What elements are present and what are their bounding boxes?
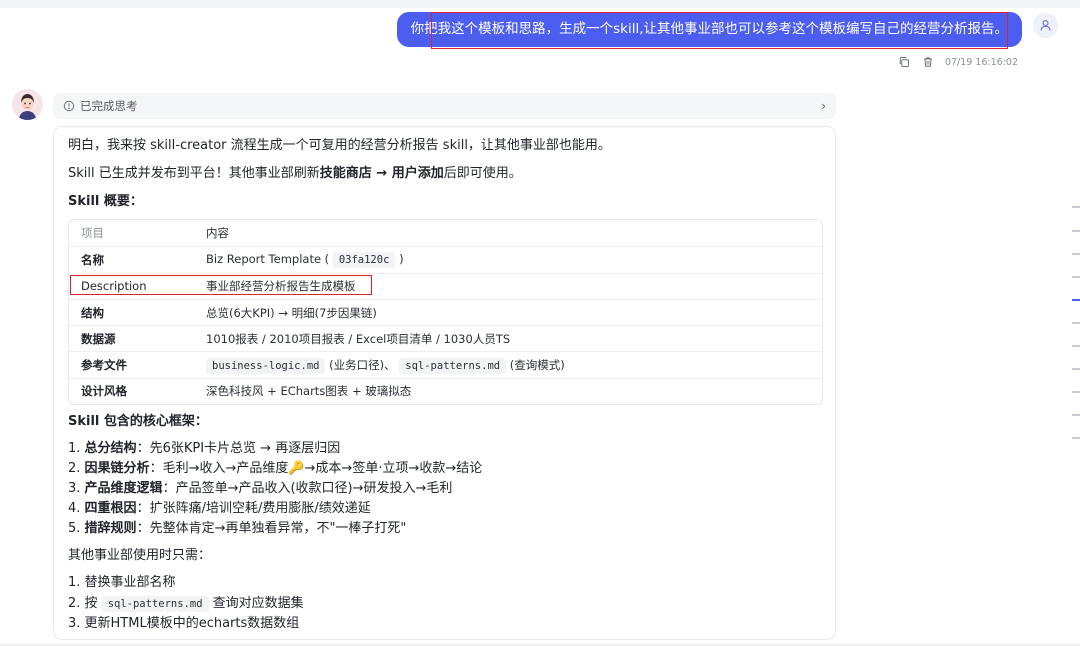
step-prefix: 2. 按: [68, 595, 98, 611]
nav-tick-active[interactable]: [1072, 299, 1080, 301]
skill-store-path: 技能商店 → 用户添加: [319, 166, 444, 181]
lightbulb-icon: [63, 100, 75, 112]
list-item: 1. 总分结构：先6张KPI卡片总览 → 再逐层归因: [68, 439, 482, 459]
row-value: 事业部经营分析报告生成模板: [206, 279, 356, 294]
framework-list: 1. 总分结构：先6张KPI卡片总览 → 再逐层归因 2. 因果链分析：毛利→收…: [68, 439, 482, 539]
table-row: 名称 Biz Report Template ( 03fa120c ): [69, 246, 822, 272]
table-row: 设计风格 深色科技风 + ECharts图表 + 玻璃拟态: [69, 377, 822, 404]
trash-icon[interactable]: [921, 55, 935, 69]
list-item: 1. 替换事业部名称: [68, 575, 176, 590]
step-suffix: 查询对应数据集: [212, 595, 304, 611]
list-item: 4. 四重根因：扩张阵痛/培训空耗/费用膨胀/绩效递延: [68, 499, 482, 519]
inline-code: sql-patterns.md: [399, 357, 507, 374]
thinking-label: 已完成思考: [80, 99, 138, 113]
copy-icon[interactable]: [897, 55, 911, 69]
value-suffix: ): [399, 252, 404, 267]
item-number: 4.: [68, 501, 81, 516]
user-icon: [1040, 20, 1051, 31]
row-key: 结构: [81, 305, 104, 320]
nav-tick[interactable]: [1072, 414, 1080, 416]
thinking-toggle[interactable]: 已完成思考 ›: [53, 93, 836, 119]
item-title: 措辞规则: [84, 521, 137, 536]
user-message-bubble: 你把我这个模板和思路，生成一个skill,让其他事业部也可以参考这个模板编写自己…: [396, 12, 1022, 47]
list-item: 3. 产品维度逻辑：产品签单→产品收入(收款口径)→研发投入→毛利: [68, 479, 482, 499]
answer-intro: 明白，我来按 skill-creator 流程生成一个可复用的经营分析报告 sk…: [68, 138, 611, 153]
row-key: 名称: [81, 252, 104, 267]
table-row: 参考文件 business-logic.md (业务口径)、 sql-patte…: [69, 351, 822, 377]
nav-tick[interactable]: [1072, 391, 1080, 393]
list-item: 3. 更新HTML模板中的echarts数据数组: [68, 616, 300, 631]
message-meta: 07/19 16:16:02: [897, 55, 1018, 69]
item-title: 总分结构: [84, 441, 137, 456]
overview-title: Skill 概要：: [68, 194, 143, 209]
row-value: business-logic.md (业务口径)、 sql-patterns.m…: [206, 355, 822, 376]
list-item: 5. 措辞规则：先整体肯定→再单独看异常，不"一棒子打死": [68, 519, 482, 539]
usage-title: 其他事业部使用时只需：: [68, 548, 212, 563]
nav-tick[interactable]: [1072, 253, 1080, 255]
usage-steps: 1. 替换事业部名称 2. 按 sql-patterns.md 查询对应数据集 …: [68, 573, 304, 635]
item-title: 产品维度逻辑: [84, 481, 163, 496]
top-edge: [0, 0, 1080, 8]
inline-code: business-logic.md: [206, 357, 326, 374]
value-text: Biz Report Template (: [206, 252, 330, 267]
nav-tick[interactable]: [1072, 206, 1080, 208]
item-text: ：产品签单→产品收入(收款口径)→研发投入→毛利: [162, 481, 453, 496]
chevron-right-icon: ›: [821, 99, 826, 113]
table-header-row: 项目 内容: [69, 220, 822, 246]
framework-title: Skill 包含的核心框架：: [68, 414, 208, 429]
header-item: 项目: [81, 226, 104, 241]
row-key: Description: [81, 279, 147, 294]
item-number: 3.: [68, 481, 81, 496]
item-number: 2.: [68, 461, 81, 476]
table-row: Description 事业部经营分析报告生成模板: [69, 272, 822, 299]
table-row: 数据源 1010报表 / 2010项目报表 / Excel项目清单 / 1030…: [69, 325, 822, 351]
row-value: 1010报表 / 2010项目报表 / Excel项目清单 / 1030人员TS: [206, 331, 511, 346]
item-title: 因果链分析: [84, 461, 150, 476]
value-text: (业务口径)、: [329, 357, 396, 372]
inline-code: sql-patterns.md: [101, 595, 209, 612]
table-row: 结构 总览(6大KPI) → 明细(7步因果链): [69, 298, 822, 325]
row-key: 参考文件: [81, 358, 127, 373]
item-text: ：先整体肯定→再单独看异常，不"一棒子打死": [136, 521, 407, 536]
row-key: 数据源: [81, 331, 116, 346]
nav-tick[interactable]: [1072, 230, 1080, 232]
item-number: 5.: [68, 521, 81, 536]
nav-tick[interactable]: [1072, 276, 1080, 278]
user-avatar[interactable]: [1033, 13, 1058, 38]
published-suffix: 后即可使用。: [443, 166, 522, 181]
nav-tick[interactable]: [1072, 345, 1080, 347]
item-number: 1.: [68, 441, 81, 456]
nav-tick[interactable]: [1072, 437, 1080, 439]
nav-tick[interactable]: [1072, 322, 1080, 324]
row-value: 总览(6大KPI) → 明细(7步因果链): [206, 305, 377, 320]
skill-overview-table: 项目 内容 名称 Biz Report Template ( 03fa120c …: [68, 219, 823, 406]
value-suffix: (查询模式): [509, 357, 565, 372]
nav-tick[interactable]: [1072, 368, 1080, 370]
list-item: 2. 按 sql-patterns.md 查询对应数据集: [68, 594, 304, 615]
row-value: 深色科技风 + ECharts图表 + 玻璃拟态: [206, 384, 412, 399]
scroll-navigator[interactable]: [1070, 200, 1080, 450]
assistant-answer: 明白，我来按 skill-creator 流程生成一个可复用的经营分析报告 sk…: [53, 126, 836, 640]
answer-published: Skill 已生成并发布到平台！其他事业部刷新技能商店 → 用户添加后即可使用。: [68, 164, 522, 184]
item-text: ：扩张阵痛/培训空耗/费用膨胀/绩效递延: [136, 501, 371, 516]
inline-code: 03fa120c: [332, 252, 396, 269]
message-timestamp: 07/19 16:16:02: [944, 56, 1018, 68]
published-text: Skill 已生成并发布到平台！其他事业部刷新: [68, 166, 320, 181]
row-value: Biz Report Template ( 03fa120c ): [206, 249, 822, 270]
assistant-avatar: [12, 89, 43, 120]
row-key: 设计风格: [81, 384, 127, 399]
item-text: ：先6张KPI卡片总览 → 再逐层归因: [136, 441, 341, 456]
item-title: 四重根因: [84, 501, 137, 516]
header-content: 内容: [206, 226, 229, 241]
list-item: 2. 因果链分析：毛利→收入→产品维度🔑→成本→签单·立项→收款→结论: [68, 459, 482, 479]
user-message-text: 你把我这个模板和思路，生成一个skill,让其他事业部也可以参考这个模板编写自己…: [410, 21, 1008, 37]
item-text: ：毛利→收入→产品维度🔑→成本→签单·立项→收款→结论: [149, 461, 483, 476]
